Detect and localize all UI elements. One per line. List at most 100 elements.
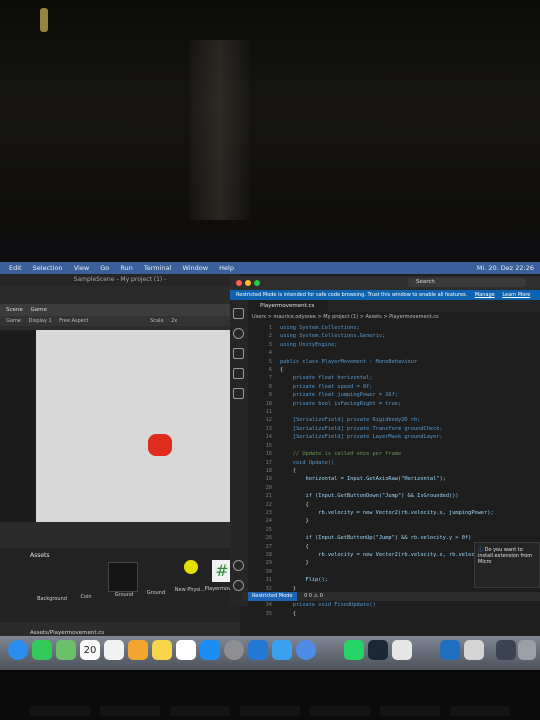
menu-help[interactable]: Help xyxy=(219,262,234,274)
unity-tab-bar: Scene Game xyxy=(0,304,240,316)
code-line[interactable]: 1 using System.Collections; xyxy=(248,324,540,332)
restricted-mode-status[interactable]: Restricted Mode xyxy=(248,592,297,601)
game-view[interactable] xyxy=(36,330,234,522)
menu-selection[interactable]: Selection xyxy=(33,262,63,274)
code-line[interactable]: 18 { xyxy=(248,467,540,475)
settings-gear-icon[interactable] xyxy=(233,580,244,591)
code-line[interactable]: 8 private float speed = 8f; xyxy=(248,383,540,391)
code-line[interactable]: 25 xyxy=(248,526,540,534)
unity-hub-icon[interactable] xyxy=(464,640,484,660)
code-text: using System.Collections; xyxy=(280,325,360,331)
asset-thumb-script[interactable]: # xyxy=(212,560,232,582)
pages-icon[interactable] xyxy=(128,640,148,660)
code-line[interactable]: 3 using UnityEngine; xyxy=(248,341,540,349)
problems-status[interactable]: 0 0 ⚠ 0 xyxy=(304,593,323,599)
maximize-dot[interactable] xyxy=(254,280,260,286)
finder-icon[interactable] xyxy=(272,640,292,660)
line-number: 20 xyxy=(265,484,272,491)
keyboard-key xyxy=(30,706,90,716)
asset-thumb-ball[interactable] xyxy=(184,560,198,574)
minimize-dot[interactable] xyxy=(245,280,251,286)
safari-icon[interactable] xyxy=(8,640,28,660)
code-line[interactable]: 6{ xyxy=(248,366,540,374)
line-number: 4 xyxy=(268,350,272,357)
line-number: 6 xyxy=(268,367,272,374)
code-line[interactable]: 20 xyxy=(248,484,540,492)
menu-edit[interactable]: Edit xyxy=(9,262,22,274)
trash-icon[interactable] xyxy=(518,640,536,660)
code-line[interactable]: 24 } xyxy=(248,517,540,525)
messages-icon[interactable] xyxy=(32,640,52,660)
line-number: 15 xyxy=(265,442,272,449)
keyboard-key xyxy=(310,706,370,716)
whatsapp-icon[interactable] xyxy=(344,640,364,660)
code-line[interactable]: 10 private bool isFacingRight = true; xyxy=(248,400,540,408)
code-line[interactable]: 9 private float jumpingPower = 16f; xyxy=(248,391,540,399)
code-line[interactable]: 16 // Update is called once per frame xyxy=(248,450,540,458)
code-text: } xyxy=(280,518,309,525)
system-settings-icon[interactable] xyxy=(224,640,244,660)
asset-thumb-ground[interactable] xyxy=(108,562,138,592)
tab-playermovement[interactable]: Playermovement.cs xyxy=(248,300,328,312)
search-icon[interactable] xyxy=(233,328,244,339)
command-search-input[interactable]: Search xyxy=(408,278,526,287)
code-text: private float jumpingPower = 16f; xyxy=(280,392,398,399)
steam-icon[interactable] xyxy=(368,640,388,660)
code-line[interactable]: 21 if (Input.GetButtonDown("Jump") && Is… xyxy=(248,492,540,500)
code-line[interactable]: 11 xyxy=(248,408,540,416)
scale-value[interactable]: 2x xyxy=(171,318,177,324)
code-line[interactable]: 22 { xyxy=(248,501,540,509)
run-debug-icon[interactable] xyxy=(233,368,244,379)
photos-icon[interactable] xyxy=(104,640,124,660)
account-icon[interactable] xyxy=(233,560,244,571)
code-line[interactable]: 5 public class PlayerMovement : MonoBehav… xyxy=(248,358,540,366)
code-line[interactable]: 17 void Update() xyxy=(248,459,540,467)
app-store-icon[interactable] xyxy=(200,640,220,660)
code-line[interactable]: 15 xyxy=(248,442,540,450)
breadcrumb[interactable]: Users > maurice.odyssee > My project (1)… xyxy=(252,314,439,320)
code-line[interactable]: 23 rb.velocity = new Vector2(rb.velocity… xyxy=(248,509,540,517)
reminders-icon[interactable] xyxy=(176,640,196,660)
banner-manage-link[interactable]: Manage xyxy=(475,292,495,298)
close-dot[interactable] xyxy=(236,280,242,286)
vscode-icon[interactable] xyxy=(440,640,460,660)
source-control-icon[interactable] xyxy=(233,348,244,359)
explorer-icon[interactable] xyxy=(233,308,244,319)
keynote-icon[interactable] xyxy=(248,640,268,660)
tab-game[interactable]: Game xyxy=(31,307,47,313)
extensions-icon[interactable] xyxy=(233,388,244,399)
code-line[interactable]: 14 [SerializeField] private LayerMask gr… xyxy=(248,433,540,441)
lamp-light xyxy=(40,8,48,32)
notes-icon[interactable] xyxy=(152,640,172,660)
code-line[interactable]: 2 using System.Collections.Generic; xyxy=(248,332,540,340)
menu-go[interactable]: Go xyxy=(100,262,109,274)
line-number: 21 xyxy=(265,493,272,500)
asset-coin[interactable]: Coin xyxy=(66,594,106,600)
maps-icon[interactable] xyxy=(56,640,76,660)
calendar-icon[interactable]: 20 xyxy=(80,640,100,660)
help-icon[interactable] xyxy=(296,640,316,660)
banner-learn-link[interactable]: Learn More xyxy=(502,292,530,298)
menu-view[interactable]: View xyxy=(74,262,89,274)
red-ball-sprite xyxy=(148,434,172,456)
tab-scene[interactable]: Scene xyxy=(6,307,23,313)
menu-run[interactable]: Run xyxy=(120,262,132,274)
code-line[interactable]: 7 private float horizontal; xyxy=(248,374,540,382)
display-select[interactable]: Display 1 xyxy=(28,318,51,324)
code-line[interactable]: 4 xyxy=(248,349,540,357)
code-text: using UnityEngine; xyxy=(280,341,338,348)
code-line[interactable]: 19 horizontal = Input.GetAxisRaw("Horizo… xyxy=(248,475,540,483)
code-text: rb.velocity = new Vector2(rb.velocity.x,… xyxy=(280,509,494,516)
menu-terminal[interactable]: Terminal xyxy=(144,262,171,274)
code-line[interactable]: 12 [SerializeField] private Rigidbody2D … xyxy=(248,416,540,424)
downloads-icon[interactable] xyxy=(496,640,516,660)
code-line[interactable]: 34 private void FixedUpdate() xyxy=(248,601,540,609)
code-line[interactable]: 13 [SerializeField] private Transform gr… xyxy=(248,425,540,433)
menu-window[interactable]: Window xyxy=(182,262,208,274)
unity-icon[interactable] xyxy=(392,640,412,660)
install-extension-notification[interactable]: ⓘ Do you want to install extension from … xyxy=(474,542,540,588)
aspect-select[interactable]: Free Aspect xyxy=(59,318,88,324)
code-text: { xyxy=(280,467,296,474)
code-line[interactable]: 35 { xyxy=(248,610,540,618)
code-text: { xyxy=(280,543,309,550)
